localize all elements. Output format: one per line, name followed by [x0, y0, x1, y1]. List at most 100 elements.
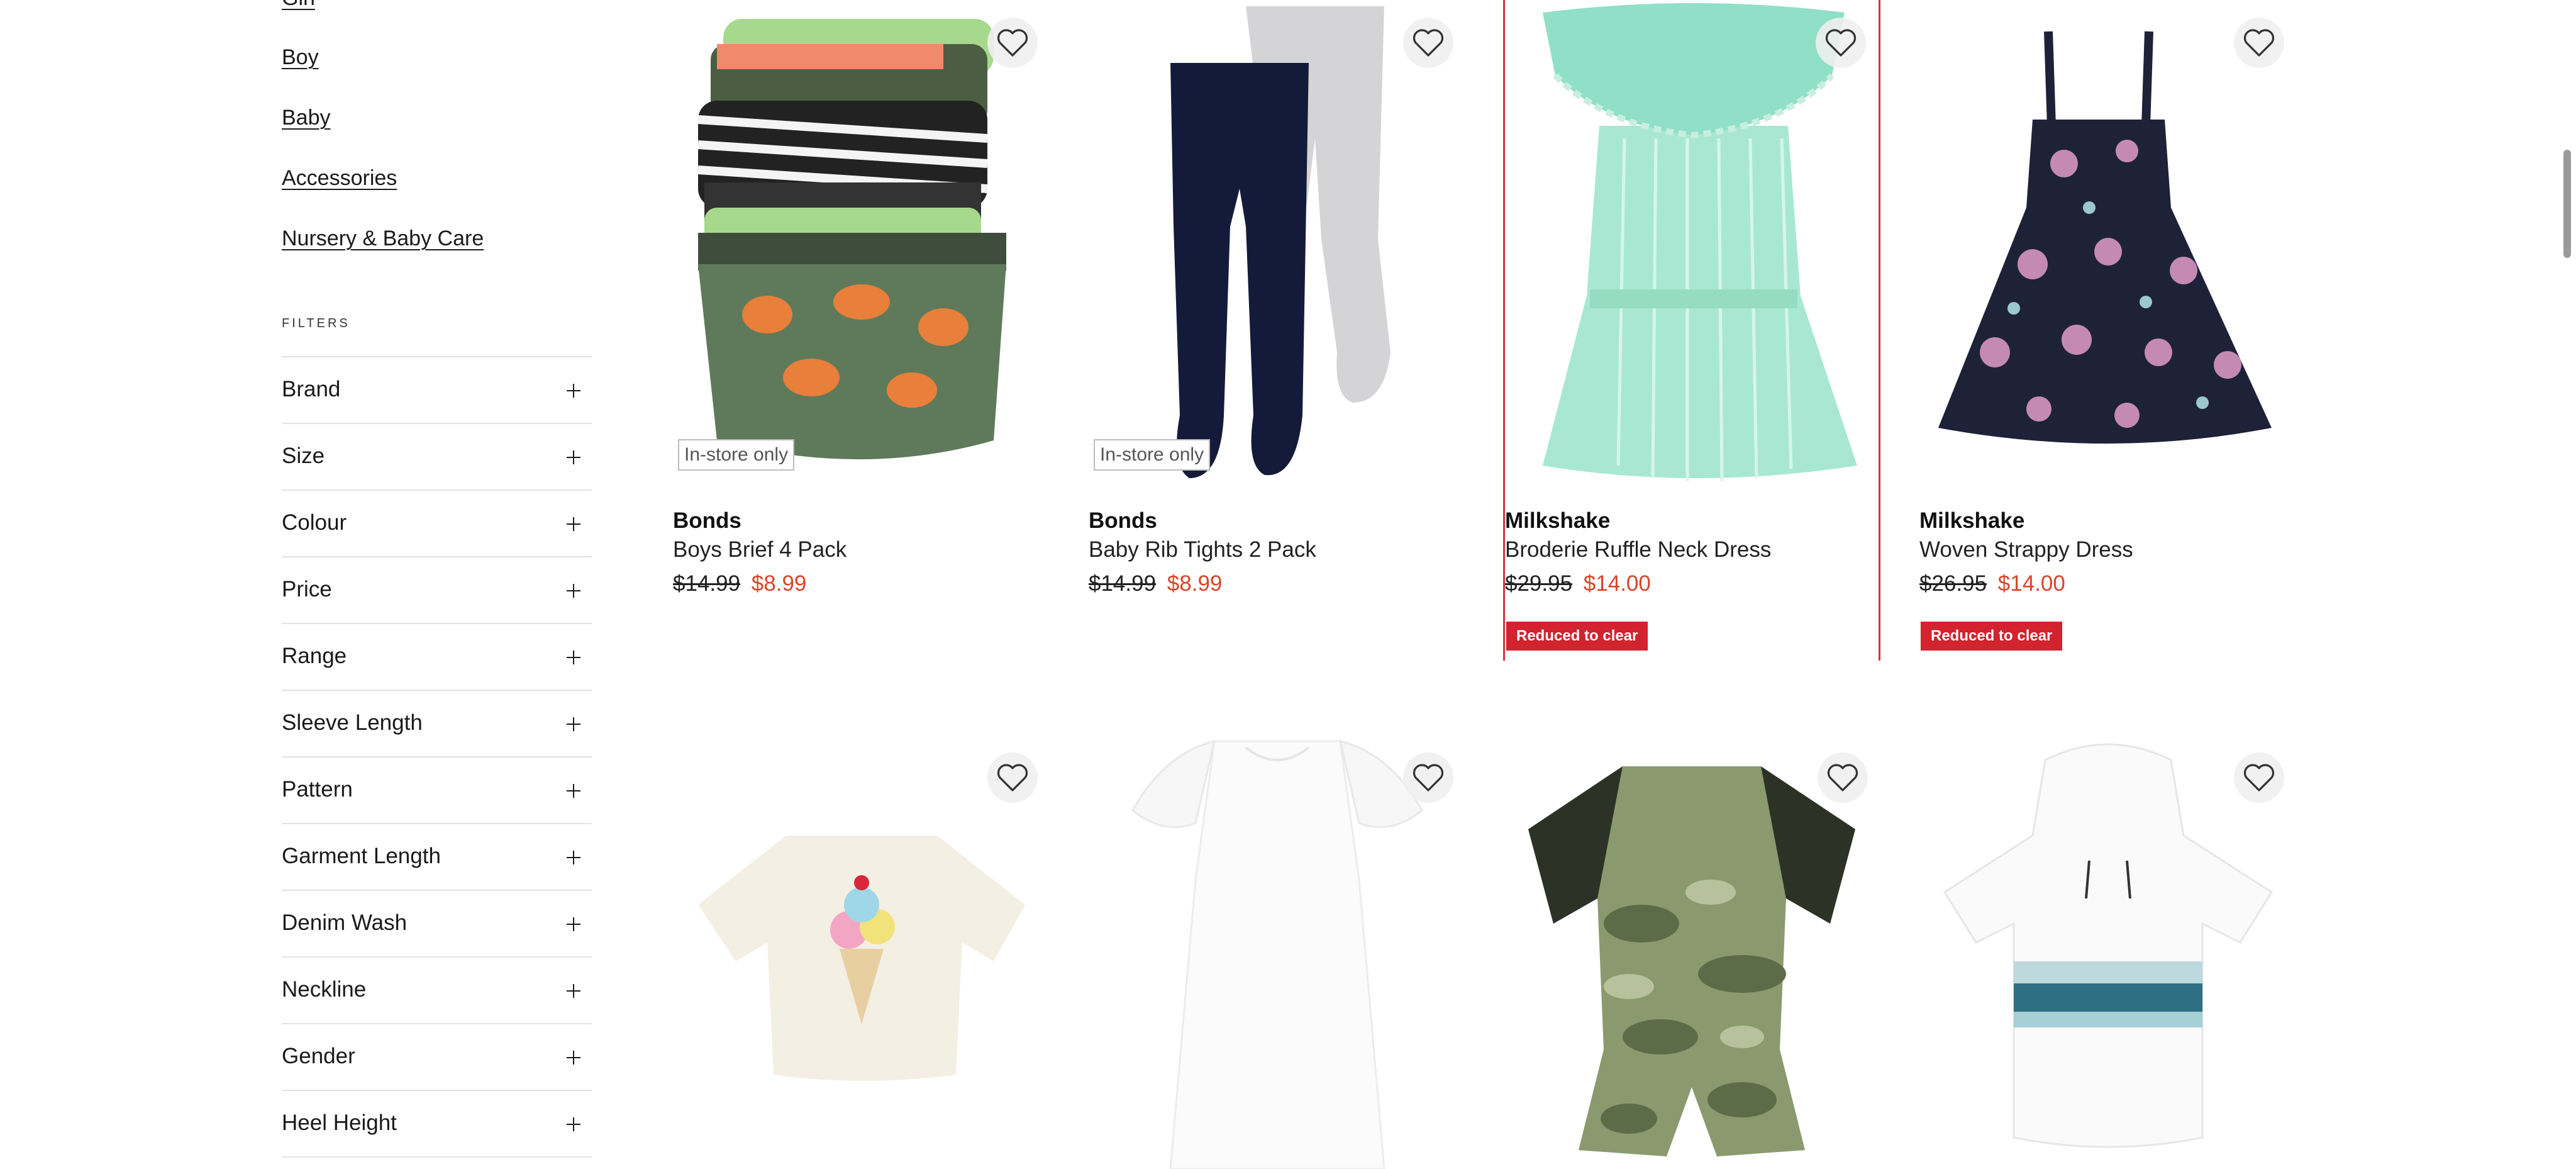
filter-heel-height[interactable]: Heel Height: [282, 1091, 592, 1158]
product-card[interactable]: In-store only Bonds Boys Brief 4 Pack $1…: [673, 0, 1050, 705]
filter-label: Neckline: [282, 977, 367, 1002]
filter-brand[interactable]: Brand: [282, 357, 592, 424]
category-link-boy[interactable]: Boy: [282, 45, 319, 70]
product-image[interactable]: [1089, 0, 1466, 484]
product-name[interactable]: Boys Brief 4 Pack: [673, 537, 847, 562]
plus-icon: [567, 851, 580, 864]
filter-label: Denim Wash: [282, 910, 408, 935]
wishlist-button[interactable]: [2234, 752, 2284, 803]
filter-price[interactable]: Price: [282, 557, 592, 624]
heart-outline-icon: [1827, 764, 1858, 791]
filter-label: Gender: [282, 1044, 355, 1068]
product-image[interactable]: [673, 0, 1050, 484]
filters-heading: FILTERS: [282, 316, 350, 330]
product-image[interactable]: [1503, 735, 1880, 1169]
wishlist-button[interactable]: [987, 18, 1038, 68]
plus-icon: [567, 450, 580, 464]
sale-badge: Reduced to clear: [1921, 622, 2063, 651]
filter-range[interactable]: Range: [282, 624, 592, 691]
filter-size[interactable]: Size: [282, 424, 592, 491]
filter-label: Brand: [282, 377, 341, 401]
product-price: $14.99 $8.99: [1089, 571, 1222, 596]
product-card[interactable]: [673, 735, 1050, 1169]
filter-denim-wash[interactable]: Denim Wash: [282, 891, 592, 958]
wishlist-button[interactable]: [1403, 752, 1453, 803]
product-card[interactable]: [1919, 735, 2297, 1169]
plus-icon: [567, 717, 580, 731]
filter-garment-length[interactable]: Garment Length: [282, 824, 592, 891]
product-image[interactable]: [1089, 735, 1466, 1169]
filter-label: Range: [282, 644, 347, 668]
sidebar: Girl Boy Baby Accessories Nursery & Baby…: [282, 0, 592, 1169]
price-now: $8.99: [751, 571, 807, 596]
filter-label: Heel Height: [282, 1110, 397, 1135]
product-image[interactable]: [1505, 0, 1882, 484]
price-was: $26.95: [1919, 571, 1987, 596]
wishlist-button[interactable]: [987, 752, 1038, 803]
product-image[interactable]: [673, 735, 1050, 1169]
plus-icon: [567, 1051, 580, 1065]
plus-icon: [567, 1117, 580, 1131]
filter-label: Garment Length: [282, 844, 441, 868]
product-brand: Milkshake: [1919, 508, 2025, 533]
filter-sleeve-length[interactable]: Sleeve Length: [282, 691, 592, 758]
plus-icon: [567, 784, 580, 798]
filter-neckline[interactable]: Neckline: [282, 958, 592, 1024]
filter-list: Brand Size Colour Price Range Sleeve Len…: [282, 356, 592, 1158]
plus-icon: [567, 917, 580, 931]
plus-icon: [567, 984, 580, 998]
product-name[interactable]: Woven Strappy Dress: [1919, 537, 2133, 562]
filter-label: Colour: [282, 510, 347, 535]
category-link-nursery-baby-care[interactable]: Nursery & Baby Care: [282, 227, 484, 251]
product-name[interactable]: Baby Rib Tights 2 Pack: [1089, 537, 1316, 562]
wishlist-button[interactable]: [1403, 18, 1453, 68]
product-image[interactable]: [1919, 735, 2297, 1169]
filter-colour[interactable]: Colour: [282, 491, 592, 557]
plus-icon: [567, 584, 580, 598]
product-brand: Milkshake: [1505, 508, 1611, 533]
heart-outline-icon: [2243, 29, 2275, 57]
category-link-accessories[interactable]: Accessories: [282, 166, 397, 191]
product-image[interactable]: [1919, 0, 2297, 484]
product-card[interactable]: In-store only Bonds Baby Rib Tights 2 Pa…: [1089, 0, 1466, 705]
wishlist-button[interactable]: [1816, 18, 1866, 68]
price-was: $29.95: [1505, 571, 1573, 596]
product-brand: Bonds: [1089, 508, 1157, 533]
sale-badge: Reduced to clear: [1506, 622, 1648, 651]
filter-label: Size: [282, 444, 325, 468]
filter-label: Price: [282, 577, 332, 601]
plus-icon: [567, 384, 580, 398]
wishlist-button[interactable]: [1818, 752, 1868, 803]
availability-badge: In-store only: [1094, 439, 1211, 471]
availability-badge: In-store only: [678, 439, 795, 471]
heart-outline-icon: [997, 29, 1028, 57]
category-link-baby[interactable]: Baby: [282, 106, 331, 130]
price-now: $14.00: [1583, 571, 1651, 596]
price-now: $8.99: [1167, 571, 1223, 596]
page: Girl Boy Baby Accessories Nursery & Baby…: [0, 0, 2576, 1169]
filter-label: Pattern: [282, 777, 353, 802]
product-card-selected[interactable]: Milkshake Broderie Ruffle Neck Dress $29…: [1503, 0, 1880, 661]
plus-icon: [567, 651, 580, 664]
heart-outline-icon: [2243, 764, 2275, 791]
heart-outline-icon: [1825, 29, 1857, 57]
price-now: $14.00: [1997, 571, 2065, 596]
product-price: $29.95 $14.00: [1505, 571, 1651, 596]
heart-outline-icon: [997, 764, 1028, 791]
filter-gender[interactable]: Gender: [282, 1024, 592, 1091]
product-card[interactable]: [1089, 735, 1466, 1169]
scrollbar-thumb[interactable]: [2563, 150, 2571, 258]
category-link-girl[interactable]: Girl: [282, 0, 315, 11]
filter-label: Sleeve Length: [282, 710, 423, 735]
filter-pattern[interactable]: Pattern: [282, 758, 592, 824]
product-name[interactable]: Broderie Ruffle Neck Dress: [1505, 537, 1771, 562]
price-was: $14.99: [673, 571, 741, 596]
heart-outline-icon: [1413, 764, 1444, 791]
price-was: $14.99: [1089, 571, 1157, 596]
wishlist-button[interactable]: [2234, 18, 2284, 68]
product-brand: Bonds: [673, 508, 741, 533]
product-card[interactable]: Milkshake Woven Strappy Dress $26.95 $14…: [1919, 0, 2297, 705]
product-card[interactable]: [1503, 735, 1880, 1169]
plus-icon: [567, 517, 580, 531]
heart-outline-icon: [1413, 29, 1444, 57]
